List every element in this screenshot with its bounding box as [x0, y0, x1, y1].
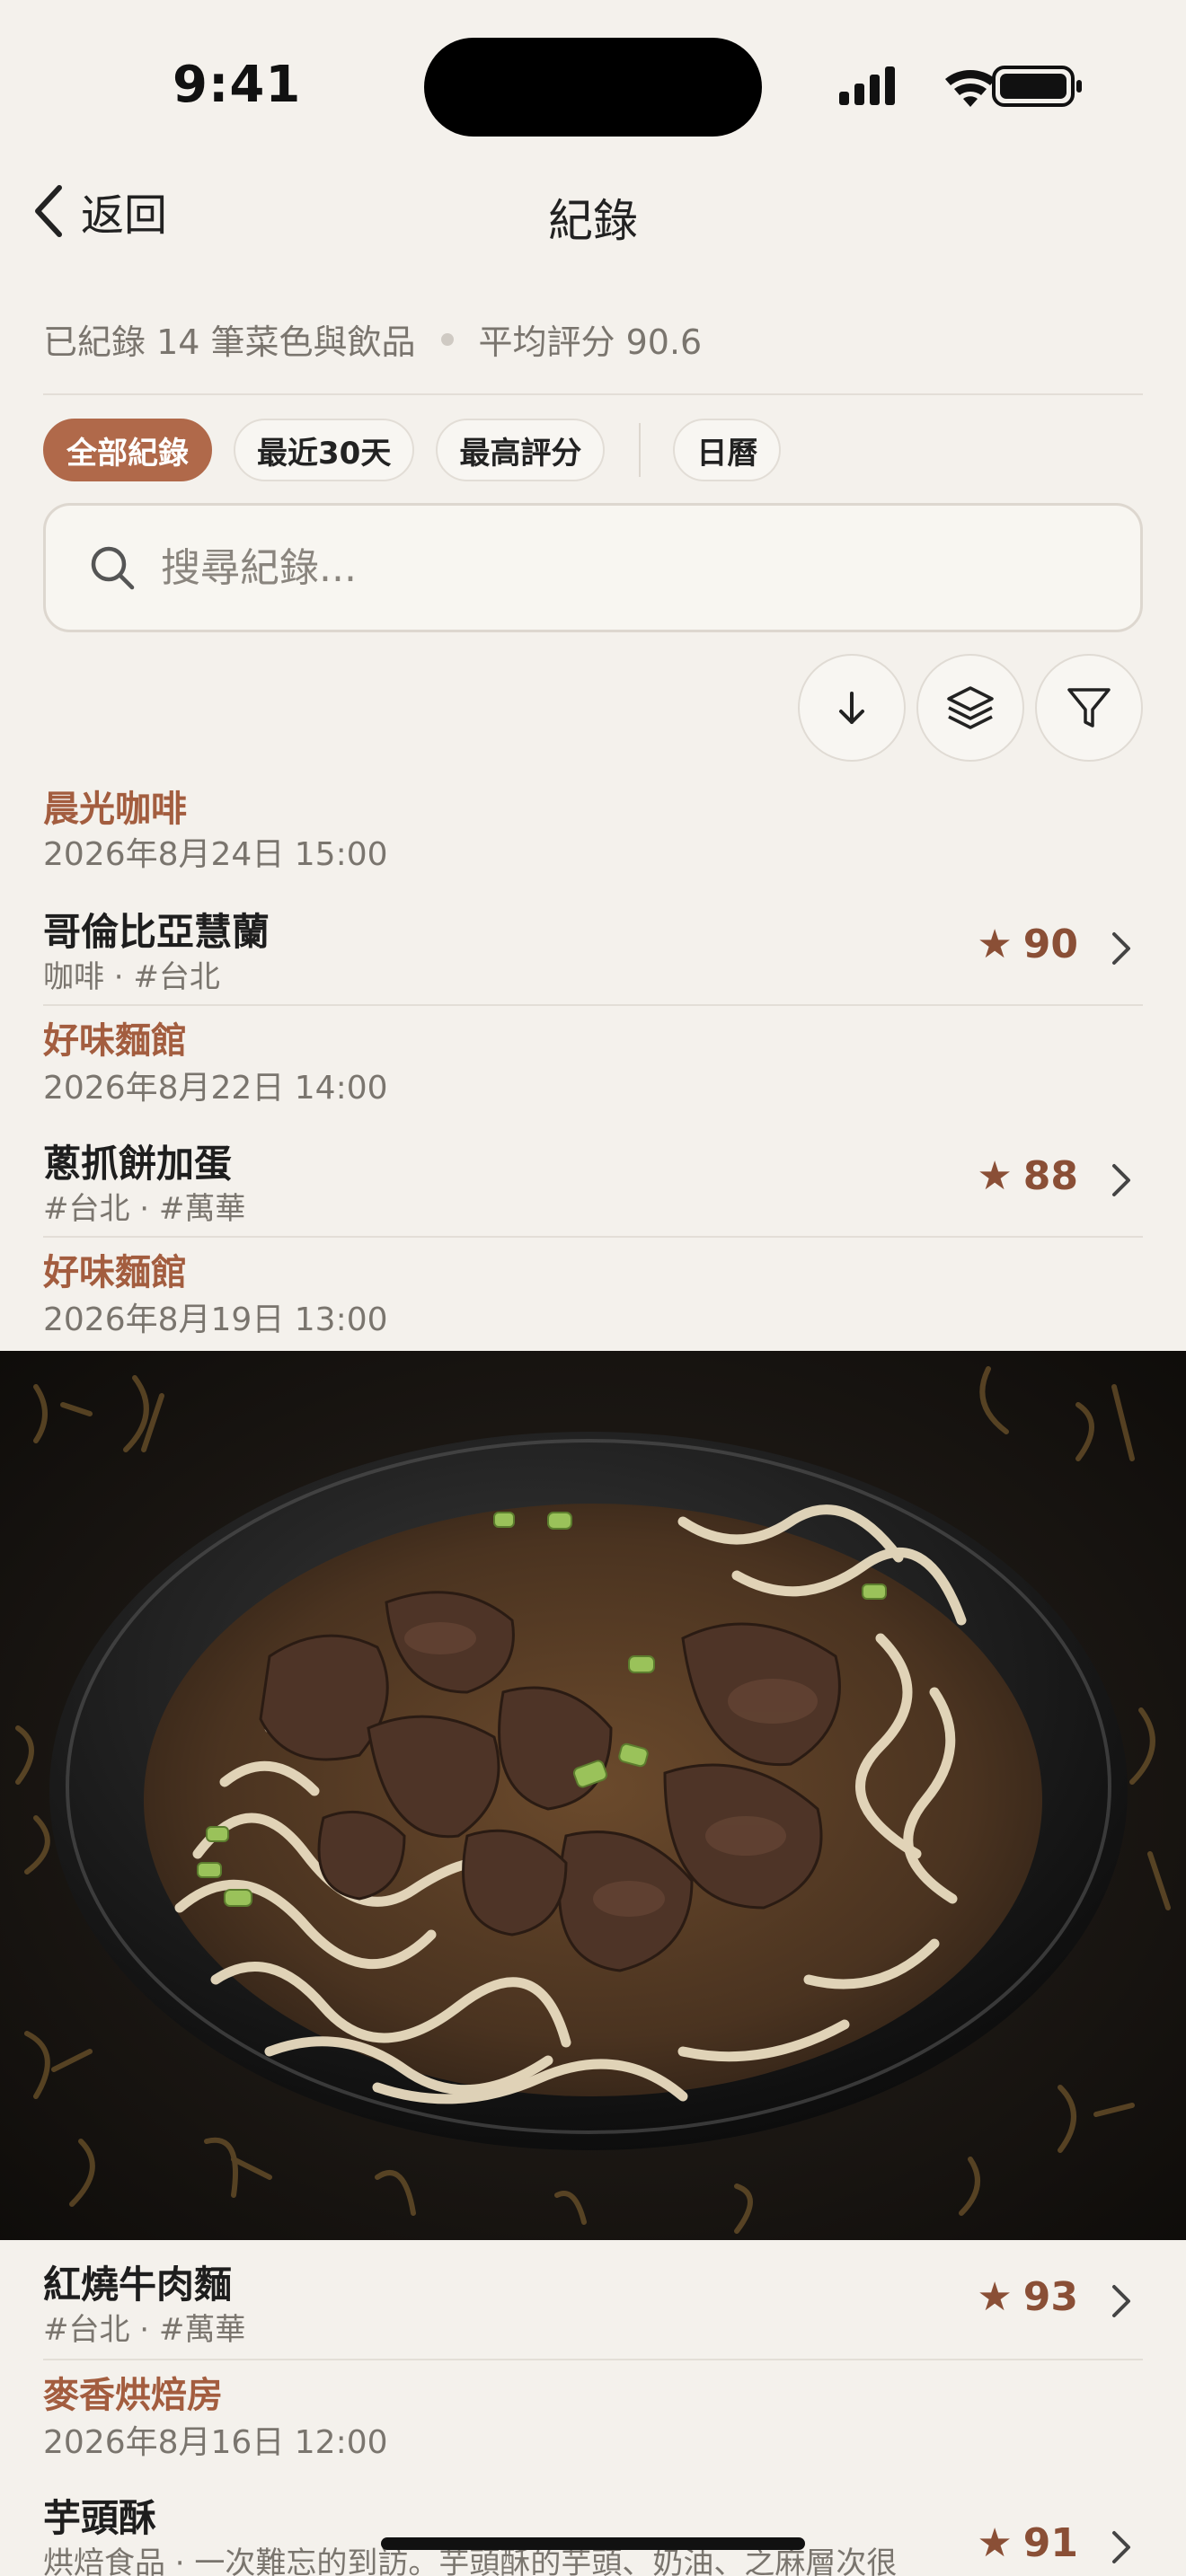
- entry-name: 紅燒牛肉麵: [43, 2263, 233, 2307]
- entry-score: ★ 90: [977, 922, 1078, 967]
- cellular-signal-icon: [839, 66, 895, 105]
- entry-row[interactable]: 芋頭酥 烘焙食品 · 一次難忘的到訪。芋頭酥的芋頭、奶油、之麻層次很 ★ 91: [0, 2488, 1186, 2576]
- group-button[interactable]: [916, 654, 1024, 762]
- entry-name: 芋頭酥: [43, 2496, 157, 2540]
- beef-noodle-soup-photo[interactable]: [0, 1351, 1186, 2240]
- star-icon: ★: [977, 2520, 1013, 2566]
- entry-row[interactable]: 紅燒牛肉麵 #台北 · #萬華 ★ 93: [0, 2254, 1186, 2353]
- status-icons: [839, 65, 1082, 110]
- entry-datetime: 2026年8月16日 12:00: [43, 2424, 388, 2461]
- entry-row[interactable]: 蔥抓餅加蛋 #台北 · #萬華 ★ 88: [0, 1134, 1186, 1232]
- filter-chip-top-rated[interactable]: 最高評分: [436, 419, 606, 481]
- entry-tags: #台北 · #萬華: [43, 1191, 246, 1227]
- nav-bar: 紀錄 返回: [0, 171, 1186, 251]
- entry-score: ★ 91: [977, 2520, 1078, 2566]
- summary-line: 已紀錄 14 筆菜色與飲品 平均評分 90.6: [43, 314, 702, 364]
- entry-tags: #台北 · #萬華: [43, 2312, 246, 2348]
- entry-place: 好味麵館: [43, 1020, 187, 1062]
- filter-chip-calendar[interactable]: 日曆: [673, 419, 782, 481]
- star-icon: ★: [977, 1153, 1013, 1199]
- entry-score-value: 88: [1022, 1153, 1078, 1199]
- chevron-right-icon: [1112, 1164, 1130, 1196]
- layers-icon: [947, 686, 994, 729]
- back-label: 返回: [81, 190, 168, 241]
- record-count-text: 已紀錄 14 筆菜色與飲品: [43, 322, 416, 362]
- search-input[interactable]: [161, 544, 1059, 591]
- average-score-text: 平均評分 90.6: [478, 322, 703, 362]
- entry-datetime: 2026年8月19日 13:00: [43, 1301, 388, 1338]
- entry-place: 麥香烘焙房: [43, 2375, 223, 2416]
- chevron-right-icon: [1112, 932, 1130, 965]
- divider: [43, 1236, 1143, 1238]
- entry-score-value: 90: [1022, 922, 1078, 967]
- filter-chips: 全部紀錄 最近30天 最高評分 日曆: [43, 419, 802, 481]
- home-indicator[interactable]: [381, 2537, 805, 2550]
- entry-datetime: 2026年8月24日 15:00: [43, 836, 388, 873]
- chip-divider: [639, 423, 642, 477]
- status-time: 9:41: [173, 56, 302, 114]
- arrow-down-icon: [839, 692, 864, 724]
- entry-score: ★ 93: [977, 2274, 1078, 2320]
- search-box[interactable]: [43, 503, 1143, 632]
- entry-name: 蔥抓餅加蛋: [43, 1142, 233, 1186]
- entry-name: 哥倫比亞慧蘭: [43, 910, 270, 954]
- divider: [43, 393, 1143, 395]
- entry-row[interactable]: 哥倫比亞慧蘭 咖啡 · #台北 ★ 90: [0, 902, 1186, 1001]
- filter-button[interactable]: [1035, 654, 1143, 762]
- back-button[interactable]: 返回: [32, 178, 167, 244]
- entry-tags: 咖啡 · #台北: [43, 959, 220, 995]
- entry-score-value: 93: [1022, 2274, 1078, 2320]
- battery-icon: [992, 66, 1082, 107]
- filter-icon: [1067, 688, 1111, 728]
- entry-datetime: 2026年8月22日 14:00: [43, 1070, 388, 1107]
- wifi-icon: [945, 69, 996, 107]
- chevron-left-icon: [35, 185, 62, 237]
- star-icon: ★: [977, 922, 1013, 967]
- divider: [43, 2359, 1143, 2360]
- filter-chip-all[interactable]: 全部紀錄: [43, 419, 212, 481]
- status-bar: 9:41: [0, 0, 1186, 171]
- separator-dot: [440, 332, 454, 346]
- dynamic-island: [424, 38, 762, 137]
- entry-place: 晨光咖啡: [43, 789, 187, 830]
- page-title: 紀錄: [548, 195, 638, 247]
- chevron-right-icon: [1112, 2531, 1130, 2563]
- search-icon: [91, 546, 135, 590]
- entry-place: 好味麵館: [43, 1252, 187, 1293]
- entry-score-value: 91: [1022, 2520, 1078, 2566]
- chevron-right-icon: [1112, 2285, 1130, 2317]
- divider: [43, 1004, 1143, 1006]
- star-icon: ★: [977, 2274, 1013, 2320]
- sort-button[interactable]: [798, 654, 906, 762]
- entry-score: ★ 88: [977, 1153, 1078, 1199]
- filter-chip-last-30-days[interactable]: 最近30天: [234, 419, 415, 481]
